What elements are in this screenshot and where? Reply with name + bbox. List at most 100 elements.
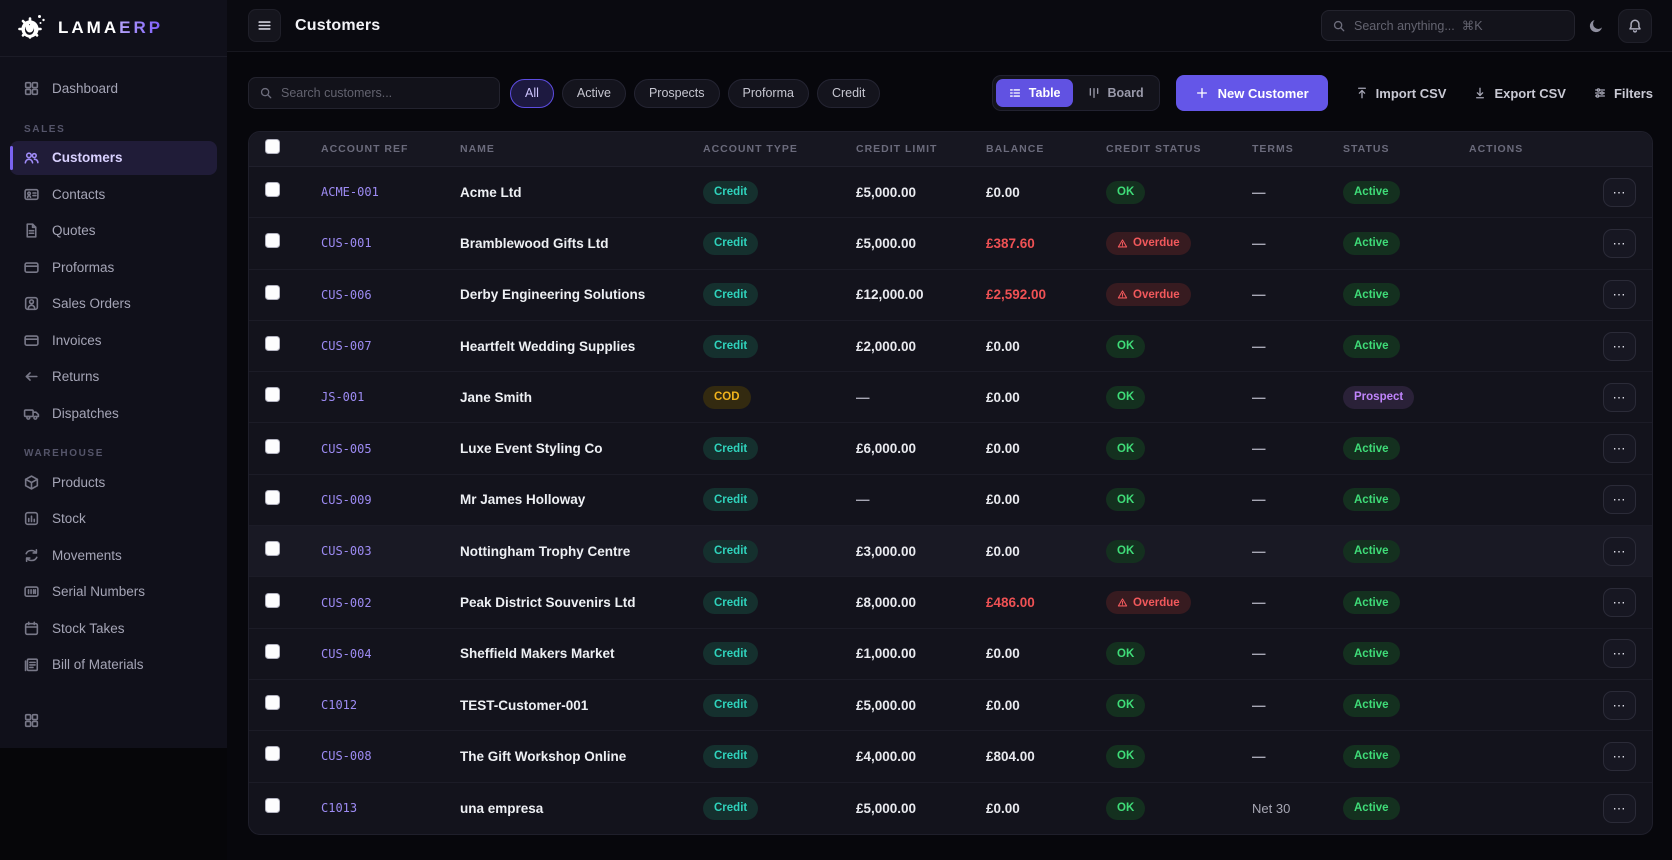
row-checkbox[interactable]	[265, 336, 280, 352]
table-row-js-001[interactable]: JS-001 Jane Smith COD — £0.00 OK — Prospect ⋯	[249, 372, 1652, 424]
sidebar-item-proformas[interactable]: Proformas	[10, 250, 217, 284]
credit-status-badge: OK	[1106, 642, 1146, 666]
row-checkbox[interactable]	[265, 798, 280, 814]
row-actions-button[interactable]: ⋯	[1603, 485, 1636, 515]
row-checkbox-cell	[249, 798, 321, 818]
filter-pill-active[interactable]: Active	[561, 78, 626, 108]
sidebar-item-invoices[interactable]: Invoices	[10, 323, 217, 357]
notifications-button[interactable]	[1618, 8, 1652, 43]
topbar: Customers	[227, 0, 1672, 52]
row-actions-button[interactable]: ⋯	[1603, 382, 1636, 412]
terms-value: Net 30	[1252, 800, 1291, 816]
table-row-cus-001[interactable]: CUS-001 Bramblewood Gifts Ltd Credit £5,000…	[249, 218, 1652, 270]
global-search-input[interactable]	[1354, 18, 1564, 33]
row-actions-button[interactable]: ⋯	[1603, 280, 1636, 310]
filters-button[interactable]: Filters	[1593, 86, 1653, 101]
credit-status-badge-label: OK	[1117, 647, 1135, 660]
sidebar-toggle-button[interactable]	[248, 9, 281, 42]
account-ref-link[interactable]: CUS-009	[321, 493, 460, 507]
table-row-acme-001[interactable]: ACME-001 Acme Ltd Credit £5,000.00 £0.00 OK — A…	[249, 167, 1652, 219]
account-ref-link[interactable]: CUS-005	[321, 442, 460, 456]
row-actions-button[interactable]: ⋯	[1603, 690, 1636, 720]
table-row-cus-008[interactable]: CUS-008 The Gift Workshop Online Credit £4,…	[249, 731, 1652, 783]
sidebar-item-serial-numbers[interactable]: Serial Numbers	[10, 575, 217, 609]
filter-pill-prospects[interactable]: Prospects	[633, 78, 720, 108]
row-actions-button[interactable]: ⋯	[1603, 793, 1636, 823]
id-card-icon	[23, 186, 40, 203]
row-checkbox[interactable]	[265, 695, 280, 711]
export-csv-button[interactable]: Export CSV	[1473, 86, 1566, 101]
account-ref-link[interactable]: CUS-002	[321, 596, 460, 610]
sidebar-item-stock-takes[interactable]: Stock Takes	[10, 611, 217, 645]
row-checkbox[interactable]	[265, 182, 280, 198]
row-checkbox[interactable]	[265, 438, 280, 454]
credit-limit-value: £4,000.00	[856, 748, 917, 764]
select-all-checkbox[interactable]	[265, 139, 280, 154]
table-row-cus-004[interactable]: CUS-004 Sheffield Makers Market Credit £1,0…	[249, 629, 1652, 680]
sidebar-item-item[interactable]	[10, 704, 217, 738]
row-actions-button[interactable]: ⋯	[1603, 536, 1636, 566]
customer-search-input[interactable]	[281, 86, 489, 100]
sidebar-item-contacts[interactable]: Contacts	[10, 177, 217, 211]
filter-pill-credit[interactable]: Credit	[816, 78, 881, 108]
account-ref-link[interactable]: CUS-003	[321, 544, 460, 558]
table-row-cus-002[interactable]: CUS-002 Peak District Souvenirs Ltd Credit…	[249, 577, 1652, 629]
account-ref-link[interactable]: CUS-001	[321, 236, 460, 250]
account-ref-link[interactable]: CUS-007	[321, 339, 460, 353]
theme-toggle-button[interactable]	[1588, 17, 1605, 34]
table-row-c1012[interactable]: C1012 TEST-Customer-001 Credit £5,000.00 £0.…	[249, 680, 1652, 732]
account-ref-link[interactable]: JS-001	[321, 390, 460, 404]
row-checkbox[interactable]	[265, 387, 280, 403]
row-checkbox[interactable]	[265, 233, 280, 249]
import-csv-button[interactable]: Import CSV	[1355, 86, 1446, 101]
customer-name: Acme Ltd	[460, 184, 522, 200]
filter-pill-all[interactable]: All	[510, 78, 554, 108]
sidebar-item-dashboard[interactable]: Dashboard	[10, 72, 217, 106]
row-checkbox[interactable]	[265, 592, 280, 608]
row-checkbox[interactable]	[265, 746, 280, 762]
row-checkbox-cell	[249, 541, 321, 561]
sidebar-item-movements[interactable]: Movements	[10, 538, 217, 572]
table-row-cus-005[interactable]: CUS-005 Luxe Event Styling Co Credit £6,000…	[249, 423, 1652, 475]
account-ref-link[interactable]: C1013	[321, 801, 460, 815]
view-option-board[interactable]: Board	[1075, 79, 1156, 107]
account-ref-link[interactable]: CUS-004	[321, 647, 460, 661]
account-ref-link[interactable]: CUS-006	[321, 288, 460, 302]
row-checkbox[interactable]	[265, 541, 280, 557]
view-option-table[interactable]: Table	[995, 79, 1073, 107]
table-row-cus-009[interactable]: CUS-009 Mr James Holloway Credit — £0.00 OK — A…	[249, 475, 1652, 527]
account-ref-link[interactable]: ACME-001	[321, 185, 460, 199]
sidebar-item-products[interactable]: Products	[10, 465, 217, 499]
new-customer-button[interactable]: New Customer	[1175, 75, 1328, 111]
account-ref-link[interactable]: CUS-008	[321, 749, 460, 763]
table-row-cus-007[interactable]: CUS-007 Heartfelt Wedding Supplies Credit £…	[249, 321, 1652, 373]
row-actions-button[interactable]: ⋯	[1603, 228, 1636, 258]
header-checkbox-cell	[249, 139, 321, 159]
sidebar: LAMAERP Dashboard SALES Customers Contacts Q…	[0, 0, 227, 748]
sidebar-item-sales-orders[interactable]: Sales Orders	[10, 287, 217, 321]
row-checkbox[interactable]	[265, 489, 280, 505]
sidebar-item-returns[interactable]: Returns	[10, 360, 217, 394]
row-checkbox[interactable]	[265, 643, 280, 659]
sidebar-item-quotes[interactable]: Quotes	[10, 214, 217, 248]
row-actions-button[interactable]: ⋯	[1603, 639, 1636, 669]
balance-value: £2,592.00	[986, 287, 1047, 303]
sidebar-item-customers[interactable]: Customers	[10, 140, 217, 175]
row-actions-button[interactable]: ⋯	[1603, 177, 1636, 207]
table-row-cus-003[interactable]: CUS-003 Nottingham Trophy Centre Credit £3,…	[249, 526, 1652, 578]
row-actions-button[interactable]: ⋯	[1603, 434, 1636, 464]
table-row-c1013[interactable]: C1013 una empresa Credit £5,000.00 £0.00 OK Ne…	[249, 783, 1652, 834]
account-type-cell: Credit	[703, 744, 856, 768]
credit-status-cell: Overdue	[1106, 591, 1252, 615]
filter-pill-proforma[interactable]: Proforma	[727, 78, 809, 108]
account-ref-link[interactable]: C1012	[321, 698, 460, 712]
row-actions-button[interactable]: ⋯	[1603, 331, 1636, 361]
sidebar-item-stock[interactable]: Stock	[10, 502, 217, 536]
sidebar-item-dispatches[interactable]: Dispatches	[10, 396, 217, 430]
status-badge: Active	[1343, 744, 1400, 768]
row-checkbox[interactable]	[265, 284, 280, 300]
row-actions-button[interactable]: ⋯	[1603, 741, 1636, 771]
table-row-cus-006[interactable]: CUS-006 Derby Engineering Solutions Credit…	[249, 270, 1652, 321]
sidebar-item-bill-of-materials[interactable]: Bill of Materials	[10, 648, 217, 682]
row-actions-button[interactable]: ⋯	[1603, 588, 1636, 618]
